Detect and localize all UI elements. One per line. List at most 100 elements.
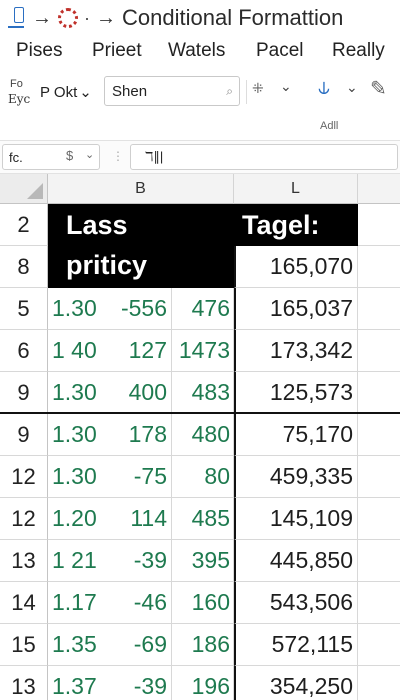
cell[interactable] — [358, 246, 400, 288]
row-header[interactable]: 14 — [0, 582, 48, 624]
font-name-dropdown[interactable]: P Okt ⌄ — [40, 78, 100, 106]
header-cell[interactable]: Tagel: — [234, 204, 358, 246]
cell[interactable]: 483 — [172, 372, 234, 414]
window-title: Conditional Formattion — [122, 5, 344, 30]
row-header[interactable]: 9 — [0, 414, 48, 456]
table-row: 13 1.37 -39 196 354,250 — [0, 666, 400, 700]
table-row: 9 1.30 400 483 125,573 — [0, 372, 400, 414]
arrow-right-icon: → — [96, 6, 116, 29]
table-row: 13 1 21 -39 395 445,850 — [0, 540, 400, 582]
cell[interactable]: 485 — [172, 498, 234, 540]
cell[interactable] — [358, 372, 400, 414]
cell[interactable]: 1.30 -75 — [48, 456, 172, 498]
spreadsheet-grid: B L 2 8 165,070 Lass priticy Tagel: 5 1.… — [0, 174, 400, 700]
tab-watels[interactable]: Watels — [168, 40, 225, 62]
pin-icon: ⌕ — [226, 83, 233, 98]
cell[interactable]: 1 21 -39 — [48, 540, 172, 582]
cell[interactable] — [358, 582, 400, 624]
cell[interactable]: 480 — [172, 414, 234, 456]
cell[interactable]: 165,037 — [234, 288, 358, 330]
cell[interactable] — [358, 498, 400, 540]
ribbon-divider — [246, 80, 247, 104]
cell[interactable] — [358, 666, 400, 700]
cell[interactable]: 1.37 -39 — [48, 666, 172, 700]
column-header-b[interactable]: B — [48, 174, 234, 204]
cell[interactable]: 75,170 — [234, 414, 358, 456]
cell[interactable]: 354,250 — [234, 666, 358, 700]
cell[interactable]: 395 — [172, 540, 234, 582]
cell[interactable]: 1.30 -556 — [48, 288, 172, 330]
merged-header-cell[interactable]: Lass priticy — [48, 204, 234, 288]
font-size-field[interactable]: Shen ⌕ — [104, 76, 240, 106]
cell[interactable]: 1.30 400 — [48, 372, 172, 414]
chevron-down-icon[interactable]: ⌄ — [85, 148, 94, 161]
row-header[interactable]: 13 — [0, 666, 48, 700]
cell[interactable] — [358, 540, 400, 582]
table-row: 12 1.30 -75 80 459,335 — [0, 456, 400, 498]
cell[interactable]: 1473 — [172, 330, 234, 372]
cell[interactable]: 459,335 — [234, 456, 358, 498]
add-in-icon[interactable] — [58, 8, 78, 28]
table-row: 12 1.20 114 485 145,109 — [0, 498, 400, 540]
cell[interactable]: 445,850 — [234, 540, 358, 582]
cell[interactable]: 1.30 178 — [48, 414, 172, 456]
menu-bar: Pises Prieet Watels Pacel Really — [0, 38, 400, 66]
tab-pacel[interactable]: Pacel — [256, 40, 304, 62]
cell[interactable] — [358, 330, 400, 372]
cell[interactable]: 476 — [172, 288, 234, 330]
cell-value[interactable]: 165,070 — [234, 246, 358, 288]
cell[interactable]: 1.20 114 — [48, 498, 172, 540]
separator-dot: · — [84, 7, 90, 28]
align-icon[interactable]: ⫝ — [318, 77, 330, 100]
select-all-corner[interactable] — [0, 174, 48, 204]
row-header[interactable]: 12 — [0, 456, 48, 498]
cell[interactable]: 80 — [172, 456, 234, 498]
chevron-down-icon[interactable]: ⌄ — [280, 78, 292, 95]
cell[interactable]: 186 — [172, 624, 234, 666]
column-header-m[interactable] — [358, 174, 400, 204]
cell[interactable]: 145,109 — [234, 498, 358, 540]
row-header[interactable]: 5 — [0, 288, 48, 330]
font-name-label: P Okt — [40, 83, 78, 101]
formula-bar: fc. $ ⌄ ⋮ ℸ∥| — [0, 140, 400, 174]
cell[interactable]: 1 40 127 — [48, 330, 172, 372]
cell[interactable] — [358, 288, 400, 330]
cell[interactable]: 1.17 -46 — [48, 582, 172, 624]
borders-icon[interactable]: ⁜ — [252, 80, 264, 97]
name-box-value: fc. — [9, 149, 23, 165]
cell[interactable]: 1.35 -69 — [48, 624, 172, 666]
document-icon[interactable] — [8, 7, 26, 29]
formula-input[interactable]: ℸ∥| — [130, 144, 398, 170]
row-header[interactable]: 2 — [0, 204, 48, 246]
pencil-icon[interactable]: ✎ — [370, 76, 387, 101]
chevron-down-icon[interactable]: ⌄ — [346, 79, 358, 96]
tab-prieet[interactable]: Prieet — [92, 40, 142, 62]
cell[interactable] — [358, 456, 400, 498]
table-row: 6 1 40 127 1473 173,342 — [0, 330, 400, 372]
cell[interactable] — [358, 204, 400, 246]
table-row: 9 1.30 178 480 75,170 — [0, 414, 400, 456]
tab-really[interactable]: Really — [332, 40, 385, 62]
cell[interactable]: 543,506 — [234, 582, 358, 624]
row-header[interactable]: 12 — [0, 498, 48, 540]
cell[interactable]: 196 — [172, 666, 234, 700]
cell[interactable] — [358, 624, 400, 666]
dollar-icon[interactable]: $ — [66, 148, 73, 163]
tab-pises[interactable]: Pises — [16, 40, 62, 62]
row-header[interactable]: 15 — [0, 624, 48, 666]
row-header[interactable]: 6 — [0, 330, 48, 372]
chevron-down-icon: ⌄ — [79, 84, 92, 101]
cell[interactable]: 160 — [172, 582, 234, 624]
cell[interactable]: 125,573 — [234, 372, 358, 414]
cell[interactable]: 173,342 — [234, 330, 358, 372]
cell[interactable]: 572,115 — [234, 624, 358, 666]
table-row: 5 1.30 -556 476 165,037 — [0, 288, 400, 330]
row-header[interactable]: 8 — [0, 246, 48, 288]
row-header[interactable]: 9 — [0, 372, 48, 414]
cell[interactable] — [358, 414, 400, 456]
vertical-dots-icon: ⋮ — [112, 149, 124, 163]
column-header-l[interactable]: L — [234, 174, 358, 204]
row-header[interactable]: 13 — [0, 540, 48, 582]
format-painter-button[interactable]: Fo Eyc — [8, 78, 36, 108]
header-text: Lass — [66, 210, 128, 240]
